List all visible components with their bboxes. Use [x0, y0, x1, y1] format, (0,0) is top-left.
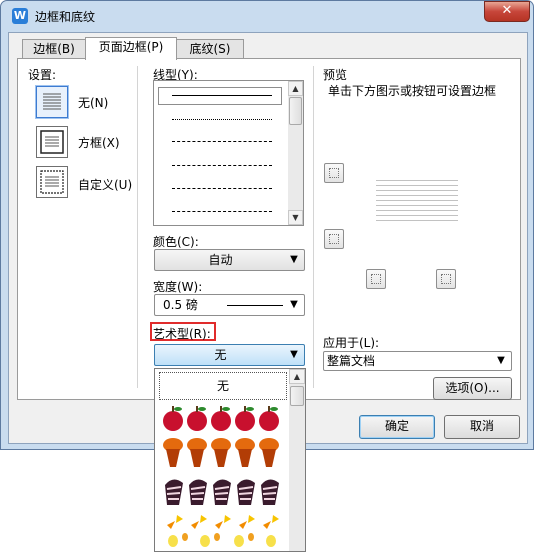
art-label: 艺术型(R): [153, 327, 211, 341]
no-border-icon[interactable] [36, 86, 68, 118]
bottom-border-icon [329, 234, 339, 244]
custom-border-icon[interactable] [36, 166, 68, 198]
width-label: 宽度(W): [153, 280, 203, 294]
apply-to-dropdown[interactable]: 整篇文档 ▼ [323, 351, 512, 371]
top-border-icon [329, 168, 339, 178]
options-button[interactable]: 选项(O)... [433, 377, 512, 400]
color-label: 颜色(C): [153, 235, 199, 249]
chevron-down-icon: ▼ [290, 254, 298, 265]
color-value: 自动 [208, 253, 233, 267]
ok-button[interactable]: 确定 [359, 415, 435, 439]
scroll-down-icon[interactable]: ▼ [288, 210, 303, 225]
top-border-button[interactable] [324, 163, 344, 183]
box-border-label[interactable]: 方框(X) [78, 134, 120, 151]
preview-text-line [376, 200, 458, 201]
apply-to-value: 整篇文档 [327, 354, 376, 368]
preview-text-line [376, 180, 458, 181]
preview-hint: 单击下方图示或按钮可设置边框 [328, 84, 497, 98]
preview-text-line [376, 190, 458, 191]
preview-text-line [376, 185, 458, 186]
width-line-sample [227, 305, 283, 306]
close-icon: ✕ [501, 3, 513, 18]
art-list-scrollbar[interactable]: ▲ [289, 369, 305, 551]
apply-to-label: 应用于(L): [323, 336, 380, 350]
no-border-label[interactable]: 无(N) [78, 94, 108, 111]
preview-text-line [376, 215, 458, 216]
preview-label: 预览 [323, 68, 348, 82]
line-style-listbox[interactable]: ▲ ▼ [153, 80, 304, 226]
line-style-scrollbar[interactable]: ▲ ▼ [288, 81, 303, 225]
cancel-button[interactable]: 取消 [444, 415, 520, 439]
width-value: 0.5 磅 [163, 298, 198, 312]
settings-label: 设置: [28, 68, 57, 82]
cake-slice-border-icon [165, 479, 279, 505]
width-dropdown[interactable]: 0.5 磅 ▼ [154, 294, 305, 316]
divider [313, 66, 314, 388]
preview-text-line [376, 205, 458, 206]
apple-border-icon [163, 406, 279, 431]
scroll-thumb[interactable] [290, 386, 304, 406]
chevron-down-icon: ▼ [290, 349, 298, 360]
line-style-dash-dot-dot[interactable] [172, 211, 272, 212]
line-style-solid[interactable] [172, 95, 272, 96]
dialog-title: 边框和底纹 [35, 10, 96, 24]
left-border-button[interactable] [366, 269, 386, 289]
art-dropdown-list[interactable]: 无 ▲ [154, 368, 306, 552]
scroll-up-icon[interactable]: ▲ [288, 81, 303, 96]
custom-border-label[interactable]: 自定义(U) [78, 176, 132, 193]
app-icon: W [12, 8, 28, 24]
art-option-candle[interactable] [163, 531, 283, 551]
color-dropdown[interactable]: 自动 ▼ [154, 249, 305, 271]
close-button[interactable]: ✕ [484, 1, 530, 22]
cupcake-border-icon [163, 438, 279, 467]
candy-corn-border-icon [167, 515, 279, 529]
preview-text-line [376, 210, 458, 211]
bottom-border-button[interactable] [324, 229, 344, 249]
line-style-dashed[interactable] [172, 165, 272, 166]
scroll-thumb[interactable] [289, 97, 302, 125]
art-value: 无 [214, 348, 227, 362]
art-option-none[interactable]: 无 [159, 372, 287, 400]
art-option-cupcake[interactable] [163, 437, 283, 469]
tab-page-border[interactable]: 页面边框(P) [85, 37, 177, 60]
left-border-icon [371, 274, 381, 284]
right-border-button[interactable] [436, 269, 456, 289]
chevron-down-icon: ▼ [497, 355, 505, 366]
selected-line-style[interactable] [158, 87, 282, 105]
line-style-dash-dot[interactable] [172, 188, 272, 189]
divider [137, 66, 138, 388]
art-option-cake-slice[interactable] [163, 475, 283, 507]
preview-text-line [376, 195, 458, 196]
chevron-down-icon: ▼ [290, 299, 298, 310]
scroll-up-icon[interactable]: ▲ [289, 369, 305, 384]
line-style-dotted[interactable] [172, 119, 272, 120]
tab-borders[interactable]: 边框(B) [22, 39, 86, 59]
candle-border-icon [168, 533, 276, 547]
tab-shading[interactable]: 底纹(S) [176, 39, 244, 59]
preview-text-line [376, 220, 458, 221]
art-option-apple[interactable] [163, 403, 283, 435]
line-style-dash-small[interactable] [172, 141, 272, 142]
box-border-icon[interactable] [36, 126, 68, 158]
art-dropdown[interactable]: 无 ▼ [154, 344, 305, 366]
right-border-icon [441, 274, 451, 284]
